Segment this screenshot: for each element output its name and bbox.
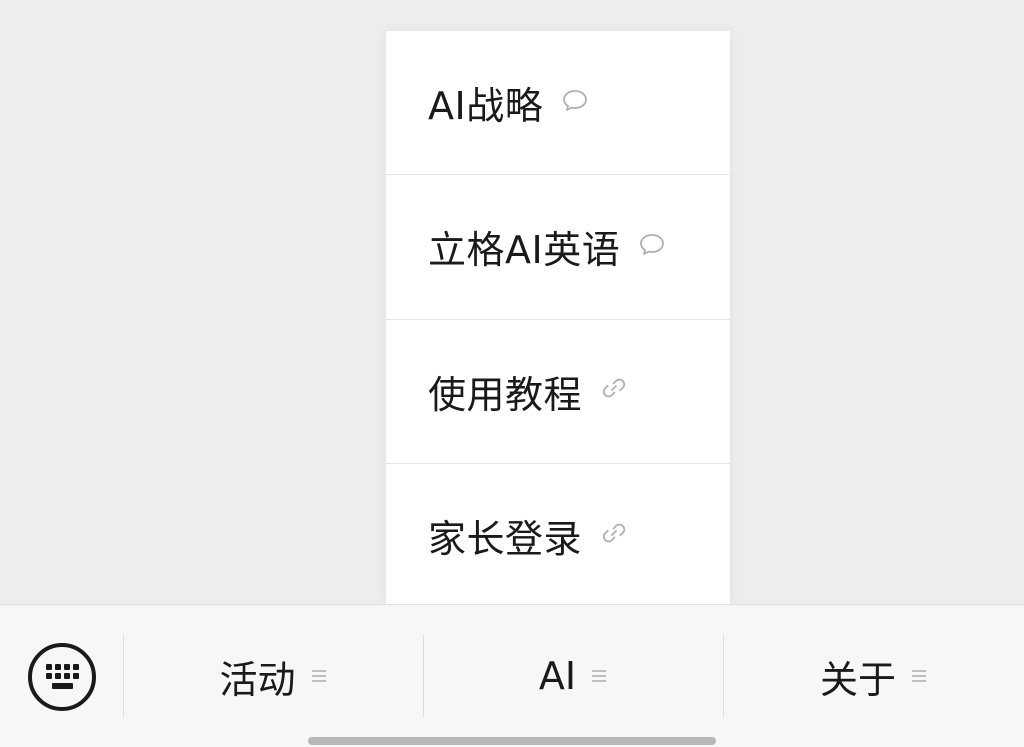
tab-ai[interactable]: AI [424,635,723,717]
menu-item-label: 家长登录 [428,517,583,562]
tab-activity[interactable]: 活动 [124,635,423,717]
tab-about[interactable]: 关于 [724,635,1024,717]
menu-item-label: 使用教程 [428,372,583,417]
tab-label: AI [538,654,577,698]
link-icon [600,374,628,402]
menu-item-label: AI战略 [428,84,544,129]
menu-lines-icon [590,667,608,685]
menu-lines-icon [910,667,928,685]
keyboard-icon [28,643,96,711]
bottom-menu-bar: 活动 AI 关于 [0,604,1024,747]
tab-label: 关于 [819,657,896,702]
tab-label: 活动 [219,657,296,702]
menu-item-parent-login[interactable]: 家长登录 [386,464,730,608]
popup-menu: AI战略 立格AI英语 使用教程 家长登录 [386,31,730,604]
menu-item-label: 立格AI英语 [428,228,621,273]
menu-lines-icon [310,667,328,685]
menu-item-ai-strategy[interactable]: AI战略 [386,31,730,176]
menu-item-ai-english[interactable]: 立格AI英语 [386,175,730,320]
home-indicator[interactable] [308,737,716,745]
chat-bubble-icon [638,230,666,258]
keyboard-toggle-button[interactable] [26,641,98,713]
menu-item-tutorial[interactable]: 使用教程 [386,320,730,464]
chat-bubble-icon [561,86,589,114]
link-icon [600,519,628,547]
